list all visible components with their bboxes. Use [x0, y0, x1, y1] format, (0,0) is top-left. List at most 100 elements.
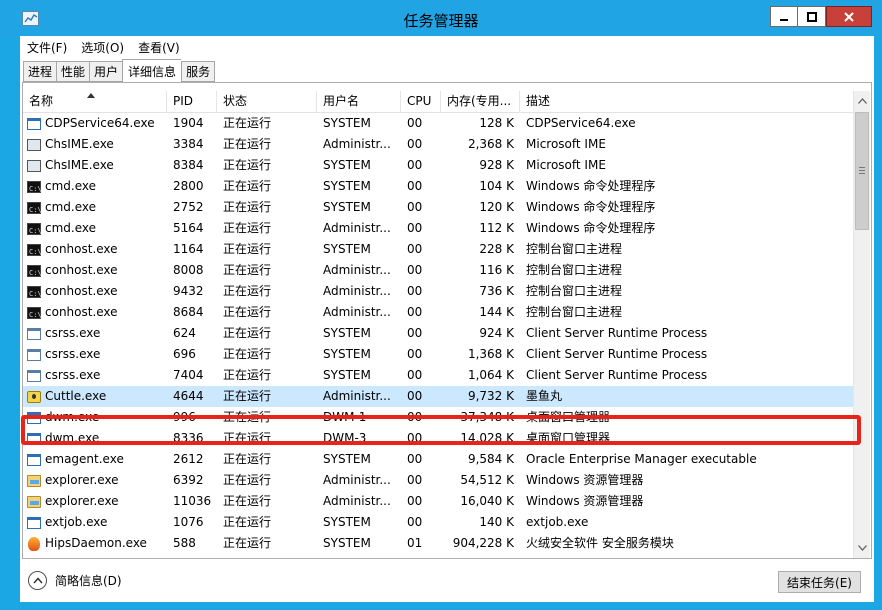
- column-header-description[interactable]: 描述: [520, 91, 853, 113]
- menu-file[interactable]: 文件(F): [27, 39, 67, 56]
- table-row[interactable]: ChsIME.exe 3384 正在运行 Administr... 00 2,368 K M…: [23, 134, 853, 155]
- column-header-memory[interactable]: 内存(专用...: [441, 91, 520, 113]
- table-row[interactable]: explorer.exe 11036 正在运行 Administr... 00 16,04…: [23, 491, 853, 512]
- cuttle-icon: [27, 390, 41, 403]
- table-row[interactable]: csrss.exe 624 正在运行 SYSTEM 00 924 K Client Serv…: [23, 323, 853, 344]
- cell-status: 正在运行: [223, 242, 272, 256]
- cell-cpu: 00: [407, 158, 423, 172]
- cell-cpu: 00: [407, 137, 423, 151]
- cell-cpu: 00: [407, 284, 423, 298]
- process-name: cmd.exe: [45, 200, 97, 214]
- cell-name: cmd.exe: [23, 176, 167, 197]
- cell-desc: Client Server Runtime Process: [526, 347, 708, 361]
- end-task-button[interactable]: 结束任务(E): [778, 571, 861, 593]
- table-row[interactable]: csrss.exe 696 正在运行 SYSTEM 00 1,368 K Client Se…: [23, 344, 853, 365]
- table-row[interactable]: conhost.exe 8008 正在运行 Administr... 00 116 K 控制…: [23, 260, 853, 281]
- table-row[interactable]: cmd.exe 2800 正在运行 SYSTEM 00 104 K Windows 命令处理…: [23, 176, 853, 197]
- menu-options[interactable]: 选项(O): [81, 39, 124, 56]
- cell-desc: extjob.exe: [526, 515, 589, 529]
- cell-status: 正在运行: [223, 389, 272, 403]
- table-row[interactable]: conhost.exe 8684 正在运行 Administr... 00 144 K 控制…: [23, 302, 853, 323]
- cell-name: HipsDaemon.exe: [23, 533, 167, 554]
- table-row-selected[interactable]: Cuttle.exe 4644 正在运行 Administr... 00 9,732 K 墨…: [23, 386, 853, 407]
- table-row[interactable]: explorer.exe 6392 正在运行 Administr... 00 54,512…: [23, 470, 853, 491]
- table-row[interactable]: ChsIME.exe 8384 正在运行 SYSTEM 00 928 K Microsoft…: [23, 155, 853, 176]
- table-row[interactable]: cmd.exe 5164 正在运行 Administr... 00 112 K Window…: [23, 218, 853, 239]
- scroll-down-button[interactable]: [854, 540, 870, 556]
- column-header-user[interactable]: 用户名: [317, 91, 401, 113]
- table-row[interactable]: HipsDaemon.exe 588 正在运行 SYSTEM 01 904,228 K 火绒…: [23, 533, 853, 554]
- process-table: 名称 PID 状态 用户名 CPU 内存(专用... 描述 CDPService…: [23, 91, 853, 558]
- table-row[interactable]: dwm.exe 8336 正在运行 DWM-3 00 14,028 K 桌面窗口管理器: [23, 428, 853, 449]
- cell-name: ChsIME.exe: [23, 155, 167, 176]
- cell-status: 正在运行: [223, 284, 272, 298]
- table-row[interactable]: CDPService64.exe 1904 正在运行 SYSTEM 00 128 K CDP…: [23, 113, 853, 134]
- scrollbar-thumb[interactable]: [855, 112, 869, 230]
- cell-mem: 116 K: [479, 263, 514, 277]
- details-panel: 名称 PID 状态 用户名 CPU 内存(专用... 描述 CDPService…: [21, 82, 872, 559]
- table-row[interactable]: conhost.exe 9432 正在运行 Administr... 00 736 K 控制…: [23, 281, 853, 302]
- title-bar[interactable]: 任务管理器: [0, 0, 882, 36]
- tab-processes[interactable]: 进程: [23, 61, 57, 82]
- cell-name: explorer.exe: [23, 470, 167, 491]
- cell-desc: Client Server Runtime Process: [526, 326, 708, 340]
- cell-mem: 1,064 K: [467, 368, 514, 382]
- cell-desc: Windows 命令处理程序: [526, 179, 656, 193]
- vertical-scrollbar[interactable]: [853, 91, 870, 558]
- cell-status: 正在运行: [223, 473, 272, 487]
- menu-view[interactable]: 查看(V): [138, 39, 180, 56]
- column-header-pid[interactable]: PID: [167, 91, 217, 113]
- cell-status: 正在运行: [223, 116, 272, 130]
- cell-name: conhost.exe: [23, 260, 167, 281]
- cell-cpu: 00: [407, 347, 423, 361]
- minimize-button[interactable]: [770, 6, 798, 27]
- fewer-details-button[interactable]: 简略信息(D): [28, 571, 122, 590]
- cell-desc: Microsoft IME: [526, 158, 606, 172]
- cell-user: Administr...: [323, 494, 391, 508]
- cell-user: SYSTEM: [323, 158, 371, 172]
- table-row[interactable]: csrss.exe 7404 正在运行 SYSTEM 00 1,064 K Client S…: [23, 365, 853, 386]
- column-header-name[interactable]: 名称: [23, 91, 167, 113]
- table-row[interactable]: cmd.exe 2752 正在运行 SYSTEM 00 120 K Windows 命令处理…: [23, 197, 853, 218]
- process-name: explorer.exe: [45, 473, 119, 487]
- table-row[interactable]: extjob.exe 1076 正在运行 SYSTEM 00 140 K extjob.ex…: [23, 512, 853, 533]
- cell-pid: 2800: [173, 179, 204, 193]
- cell-pid: 6392: [173, 473, 204, 487]
- table-row[interactable]: dwm.exe 996 正在运行 DWM-1 00 37,348 K 桌面窗口管理器: [23, 407, 853, 428]
- tab-services[interactable]: 服务: [181, 61, 216, 82]
- cell-desc: 火绒安全软件 安全服务模块: [526, 536, 674, 550]
- table-row[interactable]: conhost.exe 1164 正在运行 SYSTEM 00 228 K 控制台窗口主进程: [23, 239, 853, 260]
- scroll-up-button[interactable]: [854, 93, 870, 109]
- cell-desc: Microsoft IME: [526, 137, 606, 151]
- cell-user: SYSTEM: [323, 116, 371, 130]
- cell-cpu: 00: [407, 431, 423, 445]
- cell-cpu: 00: [407, 242, 423, 256]
- cell-cpu: 00: [407, 452, 423, 466]
- cell-pid: 11036: [173, 494, 212, 508]
- cell-cpu: 01: [407, 536, 423, 550]
- cell-user: SYSTEM: [323, 179, 371, 193]
- cell-cpu: 00: [407, 389, 423, 403]
- cmd-icon: [27, 221, 42, 239]
- cell-mem: 9,732 K: [467, 389, 514, 403]
- minimize-icon: [780, 18, 788, 21]
- tab-performance[interactable]: 性能: [56, 61, 90, 82]
- cell-status: 正在运行: [223, 179, 272, 193]
- close-button[interactable]: [826, 6, 872, 27]
- grip-line: [859, 173, 865, 174]
- cell-desc: 控制台窗口主进程: [526, 305, 623, 319]
- column-header-status[interactable]: 状态: [217, 91, 317, 113]
- tab-details[interactable]: 详细信息: [122, 59, 182, 82]
- column-header-cpu[interactable]: CPU: [401, 91, 441, 113]
- tab-users[interactable]: 用户: [89, 61, 123, 82]
- cell-mem: 54,512 K: [460, 473, 514, 487]
- cell-cpu: 00: [407, 305, 423, 319]
- cell-pid: 5164: [173, 221, 204, 235]
- cell-mem: 112 K: [479, 221, 514, 235]
- maximize-button[interactable]: [798, 6, 826, 27]
- cell-desc: 墨鱼丸: [526, 389, 563, 403]
- table-row[interactable]: emagent.exe 2612 正在运行 SYSTEM 00 9,584 K Oracle…: [23, 449, 853, 470]
- process-name: conhost.exe: [45, 305, 118, 319]
- process-name: cmd.exe: [45, 221, 97, 235]
- cell-pid: 696: [173, 347, 196, 361]
